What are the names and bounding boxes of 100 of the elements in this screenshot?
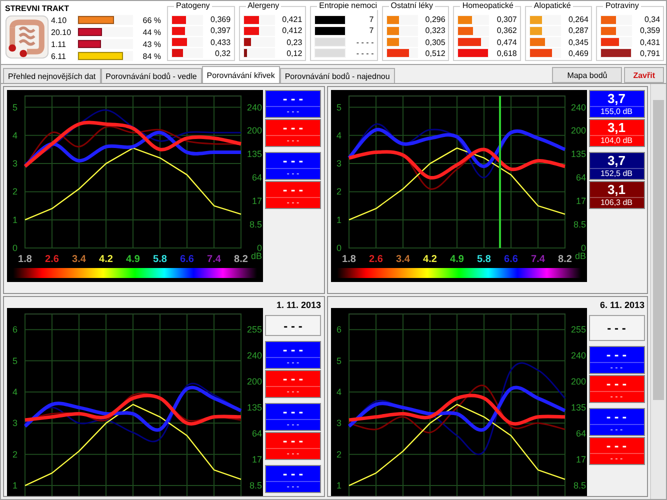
value-label: 0,32: [215, 48, 231, 58]
value-label: 0,34: [644, 15, 660, 24]
y-axis-label: 2: [336, 449, 341, 460]
x-axis-label: 2.6: [45, 254, 59, 265]
percent-label: 66 %: [142, 16, 161, 24]
y-axis-label: 3: [336, 418, 341, 428]
x-axis-label: 6.6: [180, 254, 194, 265]
tab[interactable]: Přehled nejnovějších dat: [3, 68, 101, 83]
db-axis-label: 8.5: [572, 480, 586, 491]
group-title: Homeopatické: [460, 1, 516, 10]
x-axis-label: 1.8: [342, 254, 356, 265]
value-label: 0,469: [568, 48, 588, 58]
value-box: 3,1 104,0 dB: [588, 119, 644, 147]
close-button[interactable]: Zavřit: [624, 67, 664, 83]
value-label: 0,12: [286, 48, 302, 58]
tab[interactable]: Porovnávání bodů - najednou: [280, 68, 395, 83]
db-axis-label: 8.5: [249, 220, 262, 230]
y-axis-label: 5: [336, 356, 341, 366]
group-title: Entropie nemoci: [317, 1, 379, 10]
scrollbar[interactable]: [650, 84, 666, 499]
value-label: 0,369: [210, 15, 231, 24]
value-box: - - - - - -: [265, 181, 321, 209]
db-unit-label: dB: [574, 251, 586, 261]
organ-title: STREVNI TRAKT: [5, 3, 70, 14]
x-axis-label: 1.8: [18, 254, 32, 265]
value-box: - - - - - -: [588, 346, 644, 374]
value-box: 3,1 106,3 dB: [588, 181, 644, 209]
tab[interactable]: Porovnávání bodů - vedle: [100, 68, 202, 83]
x-axis-label: 2.6: [368, 254, 382, 265]
date-label: 6.11: [51, 52, 67, 60]
x-axis-label: 5.8: [476, 254, 490, 265]
y-axis-label: 1: [12, 480, 18, 491]
x-axis-label: 8.2: [234, 254, 248, 265]
percent-label: 84 %: [142, 52, 161, 60]
value-label: 0,305: [425, 38, 446, 47]
y-axis-label: 5: [12, 356, 18, 366]
x-axis-label: 6.6: [504, 254, 518, 265]
db-axis-label: 255: [570, 324, 586, 335]
tab[interactable]: Porovnávání křivek: [202, 66, 280, 83]
value-label: 0,296: [425, 15, 446, 24]
db-axis-label: 135: [570, 402, 586, 413]
value-label: 0,362: [496, 26, 517, 36]
value-label: 0,433: [210, 38, 231, 47]
value-label: 0,23: [286, 38, 302, 47]
summary-box: - - -: [588, 315, 644, 341]
value-box: - - - - - -: [588, 375, 644, 403]
y-axis-label: 5: [336, 102, 341, 112]
y-axis-label: 1: [336, 214, 341, 225]
percent-label: 43 %: [142, 40, 161, 48]
db-axis-label: 240: [570, 350, 586, 361]
x-axis-label: 5.8: [153, 254, 167, 265]
value-box: - - - - - -: [588, 408, 644, 436]
value-label: - - - -: [356, 48, 374, 58]
db-axis-label: 240: [246, 350, 262, 361]
date-label: 1. 11. 2013: [276, 300, 321, 310]
db-axis-label: 200: [246, 126, 262, 136]
db-axis-label: 0: [580, 243, 586, 253]
value-label: 0,791: [640, 48, 660, 58]
y-axis-label: 3: [336, 158, 341, 169]
x-axis-label: 4.9: [126, 254, 140, 265]
value-box: - - - - - -: [265, 90, 321, 118]
x-axis-label: 7.4: [207, 254, 221, 265]
value-label: 0,264: [568, 15, 588, 24]
value-label: 0,412: [282, 26, 302, 36]
y-axis-label: 3: [12, 418, 18, 428]
db-axis-label: 8.5: [249, 480, 262, 491]
db-axis-label: 64: [252, 428, 262, 439]
y-axis-label: 4: [336, 130, 341, 140]
x-axis-label: 8.2: [558, 254, 572, 265]
value-label: 7: [369, 26, 374, 36]
value-box: - - - - - -: [588, 437, 644, 465]
map-button[interactable]: Mapa bodů: [552, 67, 622, 83]
y-axis-label: 4: [12, 386, 18, 397]
group-title: Ostatní léky: [388, 1, 435, 10]
db-axis-label: 135: [246, 149, 262, 160]
value-label: 0,474: [496, 38, 517, 47]
x-axis-label: 7.4: [530, 254, 544, 265]
date-label: 6. 11. 2013: [600, 300, 644, 310]
value-label: 7: [369, 15, 374, 24]
value-box: - - - - - -: [265, 119, 321, 147]
value-label: - - - -: [356, 38, 374, 47]
x-axis-label: 3.4: [72, 254, 86, 265]
value-label: 0,307: [496, 15, 517, 24]
db-axis-label: 200: [570, 126, 586, 136]
y-axis-label: 4: [12, 130, 18, 140]
x-axis-label: 3.4: [396, 254, 410, 265]
value-label: 0,421: [282, 15, 302, 24]
y-axis-label: 5: [12, 102, 18, 112]
date-label: 1.11: [51, 40, 67, 48]
value-label: 0,345: [568, 38, 588, 47]
db-axis-label: 64: [575, 428, 586, 439]
date-label: 20.10: [51, 28, 72, 36]
db-axis-label: 64: [575, 172, 586, 183]
value-label: 0,618: [496, 48, 517, 58]
value-label: 0,397: [210, 26, 231, 36]
y-axis-label: 3: [12, 158, 18, 169]
db-axis-label: 8.5: [572, 220, 586, 230]
db-axis-label: 135: [246, 402, 262, 413]
value-box: 3,7 155,0 dB: [588, 90, 644, 118]
y-axis-label: 4: [336, 386, 341, 397]
